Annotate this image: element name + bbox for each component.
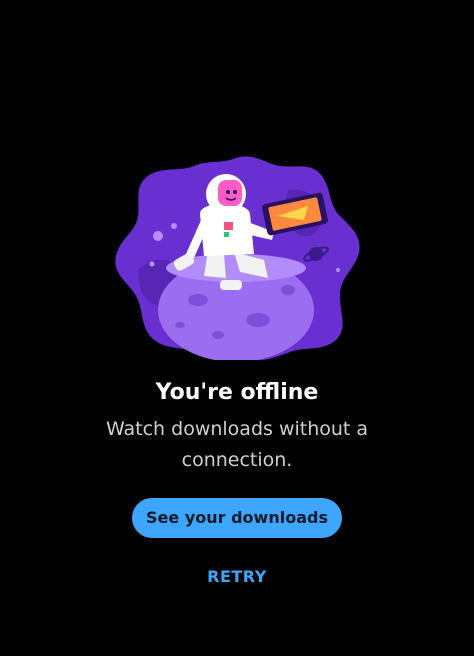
offline-subtitle: Watch downloads without a connection. [105,418,369,471]
see-your-downloads-button[interactable]: See your downloads [132,498,342,538]
offline-screen: You're offline Watch downloads without a… [0,0,474,656]
astronaut-on-planet-illustration [115,156,360,360]
offline-title: You're offline [155,380,319,405]
retry-button[interactable]: RETRY [187,564,287,590]
